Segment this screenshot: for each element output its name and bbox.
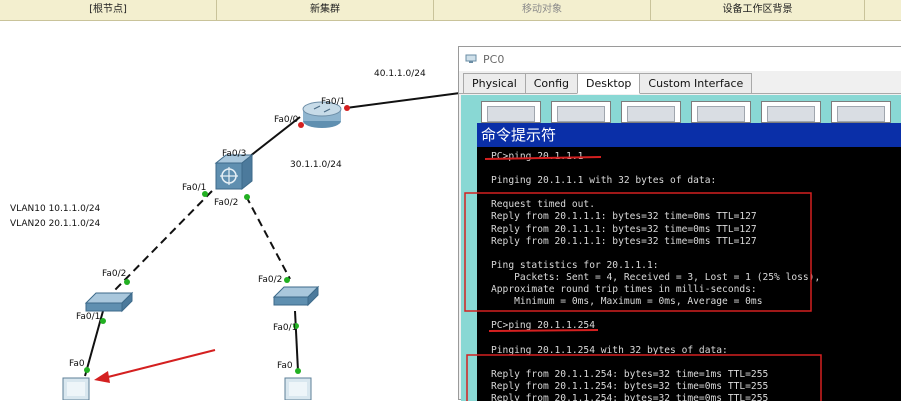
link-dot-pcr-fa0: [295, 368, 301, 374]
link-router-pc0: [345, 92, 461, 109]
tab-desktop[interactable]: Desktop: [577, 73, 641, 94]
port-label-swr-fa01: Fa0/1: [273, 323, 298, 333]
port-label-swl-fa02: Fa0/2: [102, 269, 127, 279]
link-dot-swl-fa01: [100, 318, 106, 324]
toolbar-root-node[interactable]: [根节点]: [0, 0, 217, 20]
command-prompt[interactable]: 命令提示符 PC>ping 20.1.1.1 Pinging 20.1.1.1 …: [477, 123, 901, 401]
port-label-pcl-fa0: Fa0: [69, 359, 85, 369]
toolbar-workspace-background[interactable]: 设备工作区背景: [651, 0, 865, 20]
port-label-l3-fa01: Fa0/1: [182, 183, 207, 193]
link-switch-right-pc: [294, 310, 299, 372]
network-label-30: 30.1.1.0/24: [290, 160, 342, 170]
port-label-l3-fa02: Fa0/2: [214, 198, 239, 208]
command-prompt-title: 命令提示符: [477, 123, 901, 147]
port-label-swl-fa01: Fa0/1: [76, 312, 101, 322]
pc0-window[interactable]: PC0 Physical Config Desktop Custom Inter…: [458, 46, 901, 401]
tab-config[interactable]: Config: [524, 73, 579, 93]
port-label-router-fa00: Fa0/0: [274, 115, 299, 125]
tab-custom-interface[interactable]: Custom Interface: [639, 73, 753, 93]
desktop-app-icon[interactable]: [621, 101, 681, 123]
desktop-app-icon[interactable]: [831, 101, 891, 123]
vlan10-label: VLAN10 10.1.1.0/24: [10, 204, 101, 214]
pc-icon: [465, 54, 477, 63]
port-label-swr-fa02: Fa0/2: [258, 275, 283, 285]
network-label-40: 40.1.1.0/24: [374, 69, 426, 79]
pc0-titlebar[interactable]: PC0: [459, 47, 901, 71]
port-label-pcr-fa0: Fa0: [277, 361, 293, 371]
desktop-app-icon[interactable]: [761, 101, 821, 123]
desktop-app-icon[interactable]: [481, 101, 541, 123]
window-title: PC0: [483, 52, 505, 66]
desktop-panel: 命令提示符 PC>ping 20.1.1.1 Pinging 20.1.1.1 …: [461, 95, 901, 401]
pc-right-icon[interactable]: [284, 377, 312, 400]
switch-right-icon[interactable]: [272, 285, 320, 307]
vlan20-label: VLAN20 20.1.1.0/24: [10, 219, 101, 229]
multilayer-switch-icon[interactable]: [214, 153, 254, 191]
switch-left-icon[interactable]: [84, 291, 134, 313]
link-dot-swl-fa02: [124, 279, 130, 285]
link-dot-router-fa00: [298, 122, 304, 128]
workspace-toolbar: [根节点] 新集群 移动对象 设备工作区背景: [0, 0, 901, 21]
toolbar-move-object[interactable]: 移动对象: [434, 0, 651, 20]
link-l3-switch-left: [109, 190, 213, 296]
annotation-arrow: [94, 349, 216, 383]
toolbar-new-cluster[interactable]: 新集群: [217, 0, 434, 20]
pc-left-icon[interactable]: [62, 377, 90, 400]
command-output[interactable]: PC>ping 20.1.1.1 Pinging 20.1.1.1 with 3…: [477, 147, 901, 401]
desktop-app-icon[interactable]: [551, 101, 611, 123]
pc0-tabs: Physical Config Desktop Custom Interface: [459, 71, 901, 94]
port-label-router-fa01: Fa0/1: [321, 97, 346, 107]
link-l3-switch-right: [245, 195, 291, 280]
link-dot-swr-fa02: [284, 277, 290, 283]
desktop-app-icon[interactable]: [691, 101, 751, 123]
tab-physical[interactable]: Physical: [463, 73, 526, 93]
link-dot-l3-fa02: [244, 194, 250, 200]
port-label-l3-fa03: Fa0/3: [222, 149, 247, 159]
